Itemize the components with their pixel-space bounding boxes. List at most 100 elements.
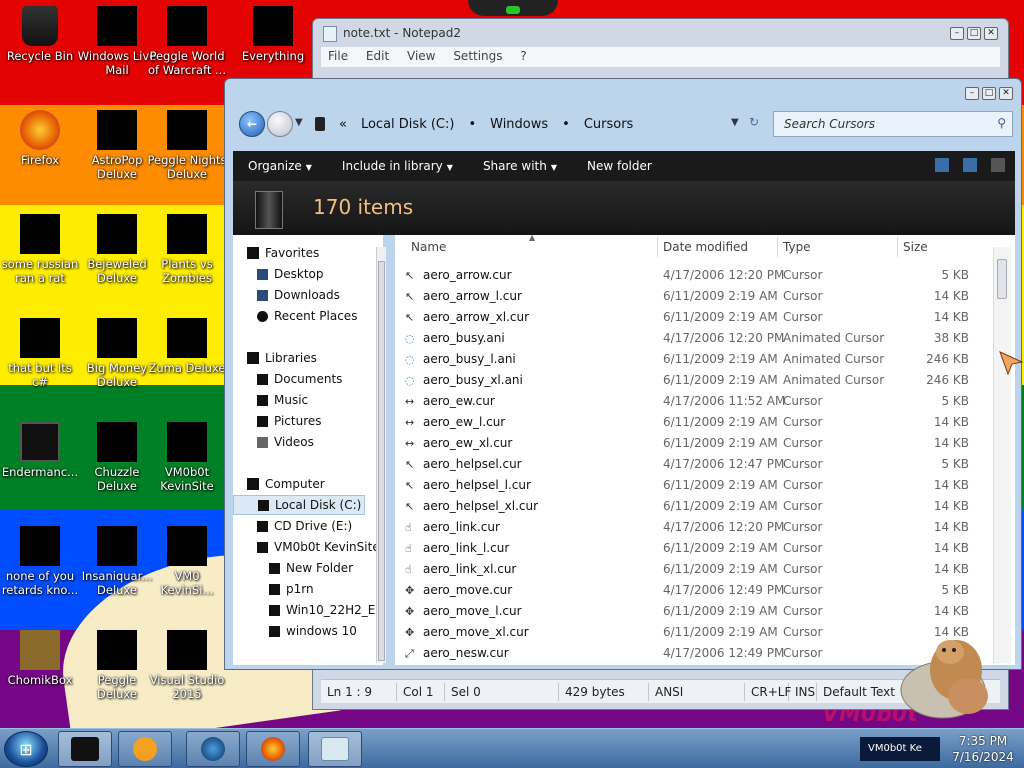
organize-button[interactable]: Organize ▼ <box>233 159 327 173</box>
file-list-scrollbar[interactable] <box>993 247 1011 663</box>
clock[interactable]: 7:35 PM 7/16/2024 <box>944 733 1022 765</box>
nav-scrollbar[interactable] <box>376 247 386 663</box>
nav-p1rn[interactable]: p1rn <box>269 579 314 599</box>
nav-windows10[interactable]: windows 10 <box>269 621 357 641</box>
file-row[interactable]: ↖ aero_helpsel_l.cur 6/11/2009 2:19 AM Curs… <box>395 475 985 496</box>
new-folder-button[interactable]: New folder <box>572 159 667 173</box>
column-header-name[interactable]: Name <box>411 235 446 259</box>
taskbar-firefox[interactable] <box>246 731 300 767</box>
nav-scroll-thumb[interactable] <box>378 261 385 661</box>
breadcrumb[interactable]: « Local Disk (C:) • Windows • Cursors <box>315 112 775 136</box>
file-row[interactable]: ↖ aero_helpsel_xl.cur 6/11/2009 2:19 AM Cur… <box>395 496 985 517</box>
recent-pages-dropdown[interactable]: ▼ <box>295 117 303 128</box>
column-divider[interactable] <box>777 237 778 257</box>
nav-libraries[interactable]: Libraries <box>247 348 317 368</box>
desktop-icon-peggle-wow[interactable]: Peggle World of Warcraft ... <box>147 6 227 77</box>
desktop-icon-that-but-csharp[interactable]: that but its c# <box>0 318 80 389</box>
file-row[interactable]: ↖ aero_arrow.cur 4/17/2006 12:20 PM Cursor 5… <box>395 265 985 286</box>
desktop-icon-plants-vs-zombies[interactable]: Plants vs Zombies <box>147 214 227 285</box>
breadcrumb-windows[interactable]: Windows <box>490 117 548 132</box>
file-row[interactable]: ⤢ aero_nesw.cur 4/17/2006 12:49 PM Cursor <box>395 643 985 664</box>
file-row[interactable]: ◌ aero_busy_l.ani 6/11/2009 2:19 AM Animate… <box>395 349 985 370</box>
desktop-icon-bejeweled[interactable]: Bejeweled Deluxe <box>77 214 157 285</box>
nav-computer[interactable]: Computer <box>247 474 325 494</box>
breadcrumb-cursors[interactable]: Cursors <box>584 117 634 132</box>
file-row[interactable]: ✥ aero_move_l.cur 6/11/2009 2:19 AM Cursor 1… <box>395 601 985 622</box>
nav-desktop[interactable]: Desktop <box>257 264 324 284</box>
desktop-icon-peggle-deluxe[interactable]: Peggle Deluxe <box>77 630 157 701</box>
desktop-icon-none-of-you[interactable]: none of you retards kno... <box>0 526 80 597</box>
help-icon[interactable] <box>991 158 1005 172</box>
column-header-date[interactable]: Date modified <box>663 235 748 259</box>
file-row[interactable]: ◌ aero_busy_xl.ani 6/11/2009 2:19 AM Animat… <box>395 370 985 391</box>
nav-documents[interactable]: Documents <box>257 369 342 389</box>
file-row[interactable]: ☝ aero_link.cur 4/17/2006 12:20 PM Cursor 14… <box>395 517 985 538</box>
forward-button[interactable] <box>267 111 293 137</box>
nav-favorites[interactable]: Favorites <box>247 243 319 263</box>
breadcrumb-local-disk[interactable]: Local Disk (C:) <box>361 117 454 132</box>
desktop-icon-zuma[interactable]: Zuma Deluxe <box>147 318 227 375</box>
desktop-icon-chuzzle[interactable]: Chuzzle Deluxe <box>77 422 157 493</box>
back-button[interactable]: ← <box>239 111 265 137</box>
file-row[interactable]: ☝ aero_link_l.cur 6/11/2009 2:19 AM Cursor 1… <box>395 538 985 559</box>
file-row[interactable]: ✥ aero_move.cur 4/17/2006 12:49 PM Cursor 5 … <box>395 580 985 601</box>
desktop-icon-vm0b0t-kevinsite[interactable]: VM0b0t KevinSite <box>147 422 227 493</box>
close-button[interactable]: ✕ <box>984 27 998 40</box>
file-row[interactable]: ↖ aero_helpsel.cur 4/17/2006 12:47 PM Curso… <box>395 454 985 475</box>
nav-videos[interactable]: Videos <box>257 432 314 452</box>
desktop-icon-astropop[interactable]: AstroPop Deluxe <box>77 110 157 181</box>
file-row[interactable]: ↖ aero_arrow_xl.cur 6/11/2009 2:19 AM Curso… <box>395 307 985 328</box>
desktop-icon-russian-rat[interactable]: some russian ran a rat <box>0 214 80 285</box>
taskbar-notepad[interactable] <box>308 731 362 767</box>
breadcrumb-separator[interactable]: • <box>562 117 570 132</box>
taskbar-explorer[interactable] <box>58 731 112 767</box>
nav-win10[interactable]: Win10_22H2_En <box>269 600 383 620</box>
file-row[interactable]: ☝ aero_link_xl.cur 6/11/2009 2:19 AM Cursor… <box>395 559 985 580</box>
start-button[interactable]: ⊞ <box>4 731 48 767</box>
tray-app[interactable]: VM0b0t Ke <box>860 737 940 761</box>
file-scroll-thumb[interactable] <box>997 259 1007 299</box>
nav-music[interactable]: Music <box>257 390 308 410</box>
taskbar-media-player[interactable] <box>118 731 172 767</box>
desktop-icon-chomikbox[interactable]: ChomikBox <box>0 630 80 687</box>
menu-settings[interactable]: Settings <box>446 47 509 65</box>
minimize-button[interactable]: – <box>950 27 964 40</box>
desktop-icon-insaniquarium[interactable]: Insaniquar... Deluxe <box>77 526 157 597</box>
desktop-icon-big-money[interactable]: Big Money Deluxe <box>77 318 157 389</box>
address-dropdown[interactable]: ▼ <box>731 117 739 128</box>
share-with-button[interactable]: Share with ▼ <box>468 159 572 173</box>
close-button[interactable]: ✕ <box>999 87 1013 100</box>
desktop-icon-everything[interactable]: Everything <box>233 6 313 63</box>
nav-recent-places[interactable]: Recent Places <box>257 306 357 326</box>
nav-local-disk[interactable]: Local Disk (C:) <box>233 495 365 515</box>
maximize-button[interactable]: □ <box>982 87 996 100</box>
menu-file[interactable]: File <box>321 47 355 65</box>
preview-pane-icon[interactable] <box>963 158 977 172</box>
maximize-button[interactable]: □ <box>967 27 981 40</box>
refresh-icon[interactable]: ↻ <box>749 115 759 129</box>
column-header-type[interactable]: Type <box>783 235 811 259</box>
menu-help[interactable]: ? <box>513 47 533 65</box>
include-in-library-button[interactable]: Include in library ▼ <box>327 159 468 173</box>
minimize-button[interactable]: – <box>965 87 979 100</box>
desktop-icon-peggle-nights[interactable]: Peggle Nights Deluxe <box>147 110 227 181</box>
file-row[interactable]: ↔ aero_ew_xl.cur 6/11/2009 2:19 AM Cursor 14… <box>395 433 985 454</box>
desktop-icon-vm0-kevinsi[interactable]: VM0 KevinSi... <box>147 526 227 597</box>
change-view-icon[interactable] <box>935 158 949 172</box>
file-row[interactable]: ◌ aero_busy.ani 4/17/2006 12:20 PM Animated… <box>395 328 985 349</box>
search-box[interactable]: Search Cursors ⚲ <box>773 111 1013 137</box>
desktop-icon-recycle-bin[interactable]: Recycle Bin <box>0 6 80 63</box>
nav-vm-site[interactable]: VM0b0t KevinSite <box>257 537 380 557</box>
nav-pictures[interactable]: Pictures <box>257 411 322 431</box>
nav-downloads[interactable]: Downloads <box>257 285 340 305</box>
column-divider[interactable] <box>657 237 658 257</box>
nav-cd-drive[interactable]: CD Drive (E:) <box>257 516 352 536</box>
breadcrumb-separator[interactable]: • <box>468 117 476 132</box>
desktop-icon-visual-studio[interactable]: Visual Studio 2015 <box>147 630 227 701</box>
desktop-icon-windows-live-mail[interactable]: Windows Live Mail <box>77 6 157 77</box>
search-input[interactable]: Search Cursors <box>784 117 875 131</box>
explorer-window[interactable]: – □ ✕ ← ▼ « Local Disk (C:) • Windows • … <box>224 78 1022 670</box>
taskbar-globe[interactable] <box>186 731 240 767</box>
file-row[interactable]: ↔ aero_ew_l.cur 6/11/2009 2:19 AM Cursor 14 … <box>395 412 985 433</box>
column-header-size[interactable]: Size <box>903 235 928 259</box>
